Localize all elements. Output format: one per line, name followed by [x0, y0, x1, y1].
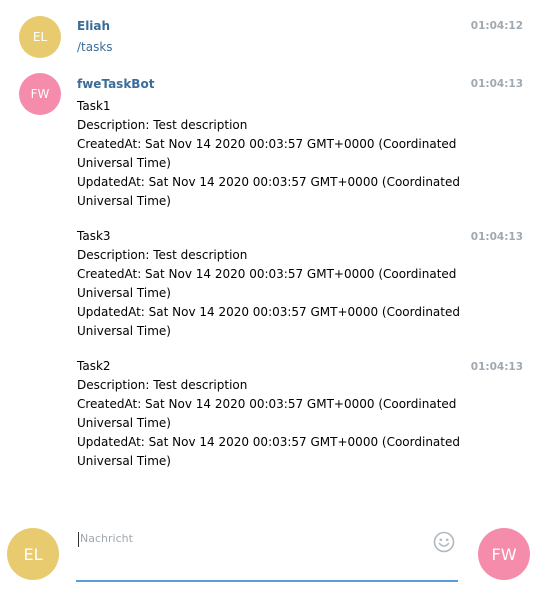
message-time: 01:04:13 — [470, 78, 523, 90]
message-text: Task3 Description: Test description Crea… — [77, 229, 460, 338]
avatar-initials: FW — [30, 87, 50, 101]
message-input-placeholder: Nachricht — [80, 532, 133, 545]
avatar[interactable]: EL — [19, 16, 61, 58]
message-time: 01:04:12 — [470, 20, 523, 32]
message-time: 01:04:13 — [470, 231, 523, 243]
avatar-initials: EL — [23, 544, 43, 564]
avatar[interactable]: FW — [19, 73, 61, 115]
avatar-initials: EL — [32, 30, 48, 44]
sender-name[interactable]: fweTaskBot — [77, 77, 154, 91]
message-text: Task2 Description: Test description Crea… — [77, 359, 460, 468]
message-time: 01:04:13 — [470, 361, 523, 373]
message-input[interactable]: Nachricht — [76, 526, 458, 582]
sender-name[interactable]: Eliah — [77, 19, 110, 33]
avatar-initials: FW — [491, 544, 517, 564]
composer-bot-avatar[interactable]: FW — [478, 528, 530, 580]
composer-user-avatar[interactable]: EL — [7, 528, 59, 580]
smiley-icon[interactable] — [433, 531, 455, 553]
text-caret — [78, 532, 79, 547]
message-text: Task1 Description: Test description Crea… — [77, 99, 460, 208]
message-text[interactable]: /tasks — [77, 38, 467, 57]
